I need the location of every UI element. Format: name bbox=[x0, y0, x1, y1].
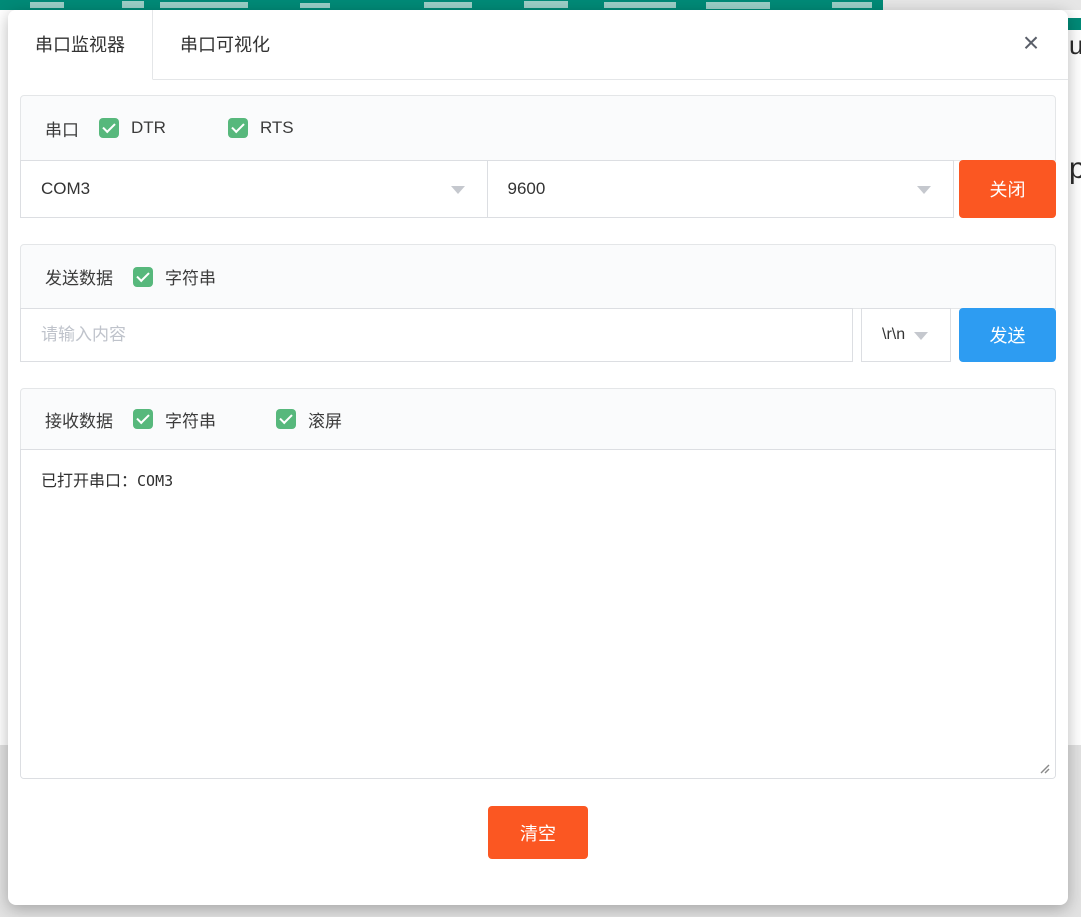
baud-select-value: 9600 bbox=[508, 179, 546, 199]
menu-text-fragment bbox=[160, 2, 248, 8]
line-ending-value: \r\n bbox=[882, 326, 905, 344]
menu-text-fragment bbox=[30, 2, 64, 8]
serial-port-header: 串口 DTR RTS bbox=[20, 95, 1056, 161]
dialog-content: 串口 DTR RTS COM3 9600 bbox=[8, 80, 1068, 859]
resize-handle-icon[interactable] bbox=[1038, 761, 1050, 773]
rts-checkbox[interactable] bbox=[228, 118, 248, 138]
receive-string-checkbox[interactable] bbox=[133, 409, 153, 429]
receive-data-section: 接收数据 字符串 滚屏 已打开串口：COM3 bbox=[20, 388, 1056, 779]
menu-text-fragment bbox=[832, 2, 872, 8]
port-select[interactable]: COM3 bbox=[20, 160, 488, 218]
menu-text-fragment bbox=[300, 3, 330, 8]
clear-button[interactable]: 清空 bbox=[488, 806, 588, 859]
baud-select[interactable]: 9600 bbox=[487, 160, 955, 218]
serial-port-row: COM3 9600 关闭 bbox=[20, 160, 1056, 218]
menu-text-fragment bbox=[604, 2, 676, 8]
dialog-footer: 清空 bbox=[20, 806, 1056, 859]
autoscroll-checkbox[interactable] bbox=[276, 409, 296, 429]
serial-monitor-dialog: 串口监视器 串口可视化 × 串口 DTR RTS COM3 bbox=[8, 10, 1068, 905]
tab-serial-plotter[interactable]: 串口可视化 bbox=[153, 10, 297, 80]
chevron-down-icon bbox=[451, 186, 465, 194]
menu-text-fragment bbox=[524, 1, 568, 8]
send-string-label: 字符串 bbox=[165, 264, 216, 289]
menu-text-fragment bbox=[706, 2, 770, 9]
page-menubar-clipped bbox=[0, 0, 883, 10]
chevron-down-icon bbox=[917, 186, 931, 194]
port-select-value: COM3 bbox=[41, 179, 90, 199]
page-text-fragment-lower: p bbox=[1069, 152, 1081, 186]
send-string-checkbox[interactable] bbox=[133, 267, 153, 287]
send-data-row: \r\n 发送 bbox=[20, 308, 1056, 362]
receive-string-label: 字符串 bbox=[165, 407, 216, 432]
receive-data-header: 接收数据 字符串 滚屏 bbox=[20, 388, 1056, 450]
dialog-tabbar: 串口监视器 串口可视化 × bbox=[8, 10, 1068, 80]
receive-output-value: COM3 bbox=[137, 472, 173, 490]
autoscroll-label: 滚屏 bbox=[308, 407, 342, 432]
send-data-section: 发送数据 字符串 \r\n 发送 bbox=[20, 244, 1056, 362]
page-topbar-gray-segment bbox=[883, 0, 1081, 10]
page-text-fragment-upper: u bbox=[1069, 30, 1081, 61]
send-data-label: 发送数据 bbox=[45, 264, 113, 289]
receive-data-label: 接收数据 bbox=[45, 407, 113, 432]
menu-text-fragment bbox=[424, 2, 472, 8]
menu-text-fragment bbox=[122, 1, 144, 8]
serial-port-section: 串口 DTR RTS COM3 9600 bbox=[20, 95, 1056, 218]
dtr-label: DTR bbox=[131, 118, 166, 138]
send-button[interactable]: 发送 bbox=[959, 308, 1056, 362]
receive-output-prefix: 已打开串口： bbox=[41, 473, 137, 490]
receive-output-area[interactable]: 已打开串口：COM3 bbox=[20, 449, 1056, 779]
send-input[interactable] bbox=[20, 308, 853, 362]
dtr-checkbox[interactable] bbox=[99, 118, 119, 138]
page-right-strip: u p bbox=[1068, 0, 1081, 917]
close-icon[interactable]: × bbox=[1016, 28, 1046, 58]
close-port-button[interactable]: 关闭 bbox=[959, 160, 1056, 218]
line-ending-select[interactable]: \r\n bbox=[861, 308, 951, 362]
serial-port-label: 串口 bbox=[45, 116, 79, 141]
rts-label: RTS bbox=[260, 118, 294, 138]
tab-serial-monitor[interactable]: 串口监视器 bbox=[8, 10, 153, 80]
chevron-down-icon bbox=[914, 332, 928, 340]
send-data-header: 发送数据 字符串 bbox=[20, 244, 1056, 309]
page-teal-banner-fragment bbox=[1068, 18, 1081, 30]
